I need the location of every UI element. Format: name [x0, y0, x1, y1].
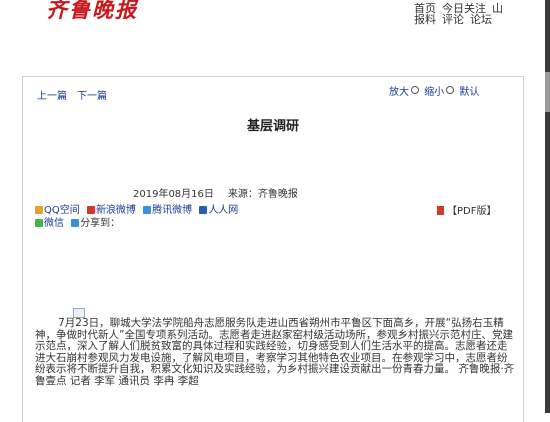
nav-report[interactable]: 报料 [414, 13, 436, 26]
qzone-icon [35, 206, 43, 214]
article-pager: 上一篇 下一篇 [37, 87, 117, 102]
article-body: 7月23日，聊城大学法学院船舟志愿服务队走进山西省朔州市平鲁区下面高乡，开展“弘… [35, 317, 515, 387]
pdf-version-link[interactable]: 【PDF版】 [437, 206, 517, 218]
share-renren[interactable]: 人人网 [199, 205, 238, 216]
window-edge [545, 0, 550, 413]
scrollbar-thumb[interactable] [545, 72, 550, 112]
share-bar: QQ空间 新浪微博 腾讯微博 人人网 微信 分享到： [35, 204, 355, 230]
zoom-out-icon[interactable] [446, 86, 455, 94]
publish-date: 2019年08月16日 [133, 189, 214, 200]
prev-article-link[interactable]: 上一篇 [37, 91, 67, 102]
top-nav: 首页 今日关注山 报料 评论 论坛 [414, 3, 509, 25]
share-more[interactable]: 分享到： [71, 218, 120, 229]
weibo-icon [86, 206, 95, 214]
nav-forum[interactable]: 论坛 [470, 13, 492, 26]
font-zoom-controls: 放大 缩小 默认 [389, 86, 519, 99]
zoom-in-link[interactable]: 放大 [389, 87, 409, 98]
renren-icon [199, 206, 208, 214]
pdf-icon [437, 206, 444, 215]
share-qzone[interactable]: QQ空间 [35, 205, 80, 216]
article-title: 基层调研 [246, 119, 299, 134]
next-article-link[interactable]: 下一篇 [77, 91, 107, 102]
article-meta: 2019年08月16日 来源：齐鲁晚报 [133, 185, 312, 200]
zoom-out-link[interactable]: 缩小 [424, 87, 444, 98]
share-sina-weibo[interactable]: 新浪微博 [86, 205, 136, 216]
share-wechat[interactable]: 微信 [35, 218, 64, 229]
nav-comment[interactable]: 评论 [442, 13, 464, 26]
article-source: 来源：齐鲁晚报 [227, 189, 298, 200]
zoom-default-link[interactable]: 默认 [459, 87, 479, 98]
article-container: 上一篇 下一篇 放大 缩小 默认 基层调研 2019年08月16日 来源：齐鲁晚报 … [22, 76, 524, 422]
site-logo[interactable]: 齐鲁晚报 [46, 0, 138, 24]
wechat-icon [35, 219, 43, 227]
zoom-in-icon[interactable] [411, 86, 419, 94]
share-icon [71, 219, 80, 227]
tencent-weibo-icon [143, 206, 152, 214]
share-tencent-weibo[interactable]: 腾讯微博 [143, 205, 192, 216]
